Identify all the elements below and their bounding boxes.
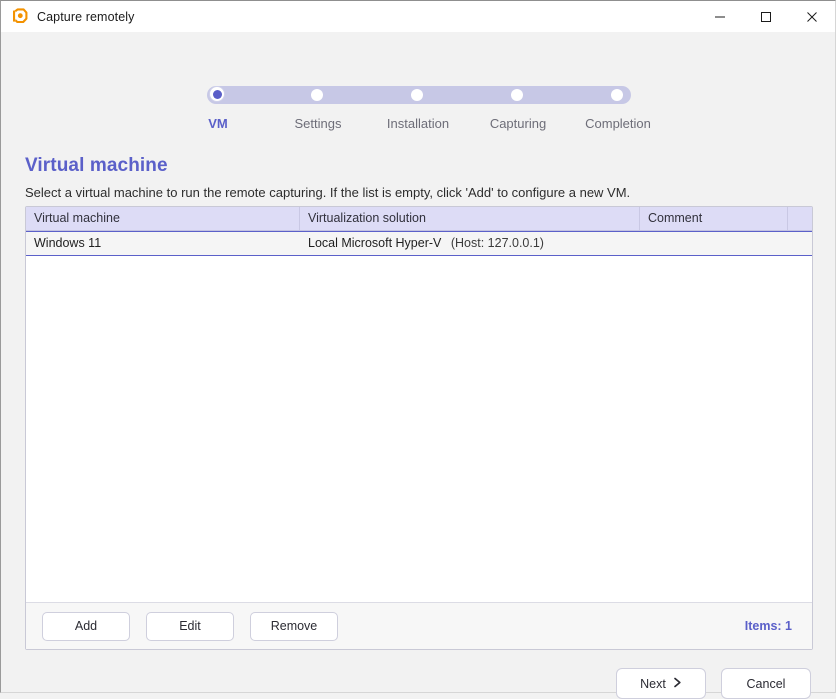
grid-body[interactable]: Windows 11 Local Microsoft Hyper-V (Host… xyxy=(26,231,812,602)
step-dot-settings[interactable] xyxy=(311,89,323,101)
title-bar-left: Capture remotely xyxy=(1,8,134,25)
remove-button[interactable]: Remove xyxy=(250,611,338,641)
table-row[interactable]: Windows 11 Local Microsoft Hyper-V (Host… xyxy=(26,231,812,256)
window-title: Capture remotely xyxy=(37,9,135,24)
maximize-icon xyxy=(760,11,772,23)
cell-virtual-machine: Windows 11 xyxy=(34,236,102,250)
step-dot-capturing[interactable] xyxy=(511,89,523,101)
close-icon xyxy=(806,11,818,23)
page-title: Virtual machine xyxy=(25,155,168,176)
items-count-label: Items: 1 xyxy=(744,619,792,633)
step-label-installation[interactable]: Installation xyxy=(387,116,449,131)
column-header-comment[interactable]: Comment xyxy=(640,207,788,230)
wizard-actions: Next Cancel xyxy=(616,668,811,699)
app-window: Capture remotely VM Settings Installatio… xyxy=(0,0,836,699)
chevron-right-icon xyxy=(673,677,682,691)
stepper-labels: VM Settings Installation Capturing Compl… xyxy=(207,116,651,134)
step-dot-installation[interactable] xyxy=(411,89,423,101)
cell-solution-name: Local Microsoft Hyper-V xyxy=(308,236,442,250)
next-button[interactable]: Next xyxy=(616,668,706,699)
step-dot-vm[interactable] xyxy=(209,86,225,102)
step-label-settings[interactable]: Settings xyxy=(295,116,342,131)
column-header-virtualization-solution[interactable]: Virtualization solution xyxy=(300,207,640,230)
panel-footer: Add Edit Remove Items: 1 xyxy=(26,602,812,649)
next-button-label: Next xyxy=(640,676,666,691)
step-label-capturing[interactable]: Capturing xyxy=(490,116,546,131)
maximize-button[interactable] xyxy=(743,1,789,32)
minimize-icon xyxy=(714,11,726,23)
cell-solution-host: (Host: 127.0.0.1) xyxy=(450,236,544,250)
vm-list-panel: Virtual machine Virtualization solution … xyxy=(25,206,813,650)
app-logo-icon xyxy=(11,8,28,25)
step-label-vm[interactable]: VM xyxy=(208,116,228,131)
page-description: Select a virtual machine to run the remo… xyxy=(25,185,631,200)
window-controls xyxy=(697,1,835,32)
content-area: VM Settings Installation Capturing Compl… xyxy=(1,32,835,699)
column-header-virtual-machine[interactable]: Virtual machine xyxy=(26,207,300,230)
step-dot-completion[interactable] xyxy=(611,89,623,101)
cancel-button[interactable]: Cancel xyxy=(721,668,811,699)
step-label-completion[interactable]: Completion xyxy=(585,116,651,131)
edit-button[interactable]: Edit xyxy=(146,611,234,641)
title-bar: Capture remotely xyxy=(1,1,835,32)
cell-virtualization-solution: Local Microsoft Hyper-V (Host: 127.0.0.1… xyxy=(300,232,640,255)
close-button[interactable] xyxy=(789,1,835,32)
column-header-extra[interactable] xyxy=(788,207,812,230)
grid-header-row: Virtual machine Virtualization solution … xyxy=(26,207,812,231)
minimize-button[interactable] xyxy=(697,1,743,32)
add-button[interactable]: Add xyxy=(42,611,130,641)
wizard-stepper: VM Settings Installation Capturing Compl… xyxy=(207,86,651,131)
